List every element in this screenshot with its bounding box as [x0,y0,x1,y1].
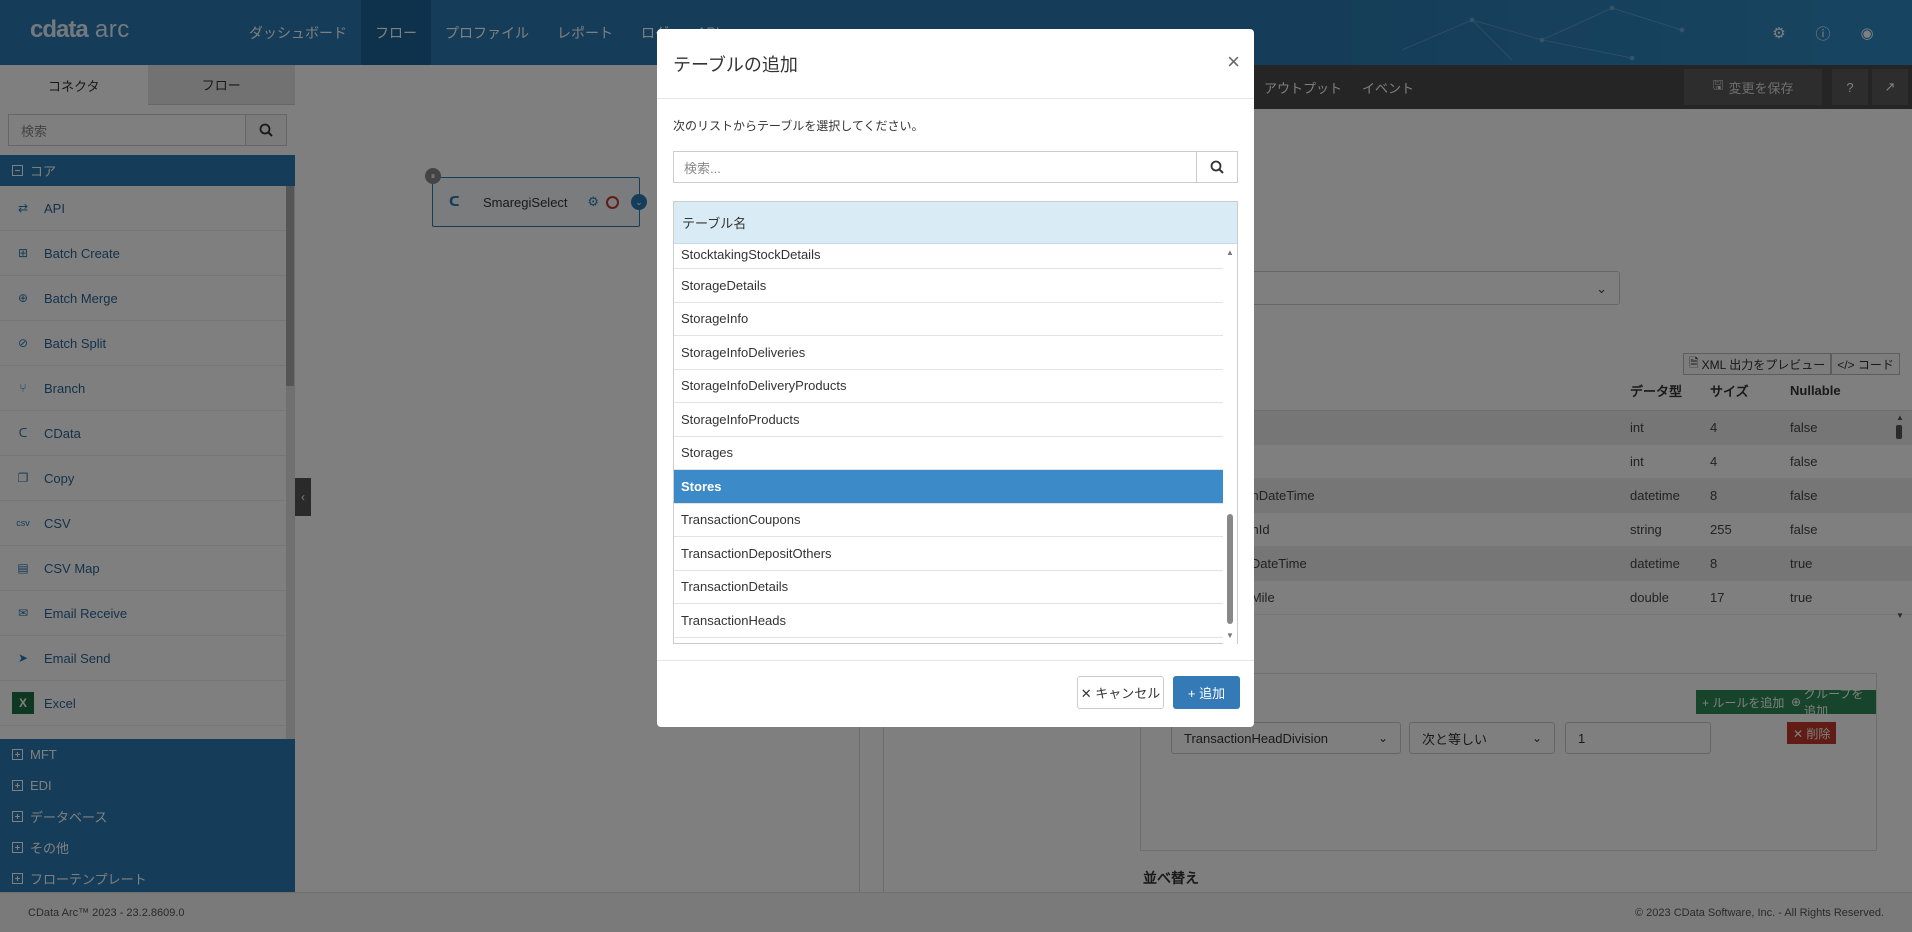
dialog-title: テーブルの追加 [673,54,798,75]
table-row[interactable]: StorageDetails [674,269,1224,303]
add-table-dialog: テーブルの追加 × 次のリストからテーブルを選択してください。 検索... テー… [657,29,1254,727]
table-row[interactable]: StorageInfo [674,303,1224,336]
scroll-up-icon[interactable]: ▲ [1226,248,1234,257]
table-row[interactable]: StocktakingStockDetails [674,244,1224,269]
dialog-footer [657,660,1254,727]
table-list-rows: StocktakingStockDetails StorageDetails Sto… [674,244,1224,644]
dialog-search: 検索... [673,151,1238,183]
table-row[interactable]: StorageInfoDeliveryProducts [674,370,1224,403]
search-icon[interactable] [1196,151,1238,183]
table-row[interactable]: Stores [674,470,1224,504]
dialog-instruction: 次のリストからテーブルを選択してください。 [673,119,924,133]
table-row[interactable]: TransactionDetails [674,571,1224,604]
scroll-down-icon[interactable]: ▼ [1226,631,1234,640]
table-list-header[interactable]: テーブル名 [674,202,1237,244]
table-row[interactable]: TransactionHeads [674,604,1224,638]
table-row[interactable]: Storages [674,437,1224,470]
cancel-button[interactable]: ✕ キャンセル [1077,676,1164,709]
close-icon[interactable]: × [1227,51,1240,73]
table-row[interactable]: StorageInfoDeliveries [674,336,1224,370]
table-list-scrollbar[interactable]: ▲ ▼ [1223,244,1237,644]
table-search-input[interactable]: 検索... [673,151,1196,183]
table-row[interactable]: TransactionDepositOthers [674,537,1224,571]
table-row[interactable]: TransactionCoupons [674,504,1224,537]
add-button[interactable]: + 追加 [1173,676,1240,709]
dialog-header: テーブルの追加 × [657,29,1254,99]
table-list: テーブル名 StocktakingStockDetails StorageDeta… [673,201,1238,644]
table-row[interactable]: StorageInfoProducts [674,403,1224,437]
